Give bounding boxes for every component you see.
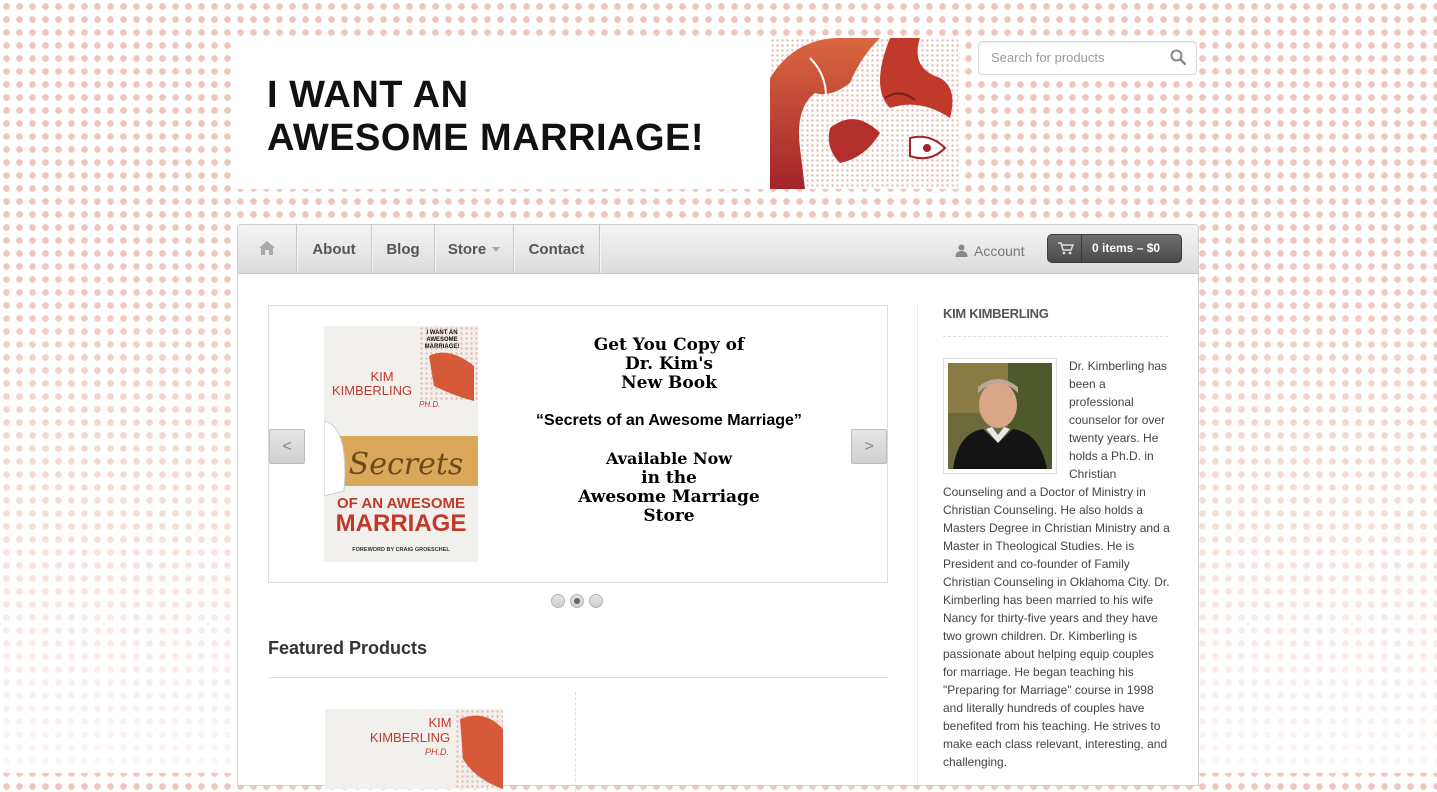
home-icon [259, 241, 275, 255]
author-portrait [943, 358, 1057, 474]
cart-divider [1081, 235, 1082, 262]
nav-blog-label: Blog [386, 241, 420, 258]
promo-line2: Dr. Kim's [625, 354, 713, 374]
promo-line5: Available Now [605, 449, 733, 468]
cart-icon [1058, 242, 1074, 255]
sidebar-rule [943, 336, 1168, 337]
product-author-first: KIM [428, 715, 451, 730]
product-search[interactable] [978, 41, 1197, 75]
sidebar-divider [917, 305, 918, 785]
nav-contact[interactable]: Contact [514, 225, 600, 273]
nav-contact-label: Contact [528, 241, 585, 258]
featured-products-heading: Featured Products [268, 638, 428, 658]
book-author-last: KIMBERLING [332, 383, 412, 398]
promo-line8: Store [643, 505, 695, 526]
product-column-divider [575, 692, 576, 792]
book-author-first: KIM [370, 369, 393, 384]
nav-blog[interactable]: Blog [372, 225, 435, 273]
nav-home[interactable] [238, 225, 297, 273]
slider-next-icon: > [864, 438, 874, 455]
slider-dot-3[interactable] [589, 594, 603, 608]
search-input[interactable] [989, 49, 1163, 66]
nav-about-label: About [312, 241, 356, 258]
promo-line6: in the [641, 467, 697, 488]
pop-art-couple-image [770, 38, 958, 189]
product-degree: PH.D. [425, 747, 449, 757]
site-title-line1: I WANT AN [267, 74, 469, 116]
featured-product-image[interactable]: KIM KIMBERLING PH.D. [325, 709, 503, 789]
book-degree: PH.D. [419, 400, 440, 409]
book-cover-image: I WANT AN AWESOME MARRIAGE! KIM KIMBERLI… [324, 326, 478, 562]
search-icon[interactable] [1170, 49, 1186, 65]
site-title-line2: AWESOME MARRIAGE! [267, 117, 705, 159]
book-subtitle-2: MARRIAGE [336, 510, 467, 537]
cart-button[interactable]: 0 items – $0 [1047, 234, 1182, 263]
site-banner[interactable]: I WANT AN AWESOME MARRIAGE! [237, 38, 958, 189]
main-navbar: About Blog Store Contact Account 0 items… [238, 225, 1198, 274]
promo-line4: “Secrets of an Awesome Marriage” [536, 412, 802, 429]
product-author-last: KIMBERLING [370, 730, 450, 745]
user-icon [955, 244, 968, 257]
slider-pagination [551, 594, 608, 613]
hero-slider[interactable]: I WANT AN AWESOME MARRIAGE! KIM KIMBERLI… [268, 305, 888, 583]
promo-line7: Awesome Marriage [578, 486, 760, 507]
account-link[interactable]: Account [955, 225, 1025, 273]
cart-summary: 0 items – $0 [1092, 241, 1161, 255]
featured-divider [268, 677, 888, 678]
book-cover-title-line3: MARRIAGE! [425, 344, 460, 350]
promo-text: Get You Copy of Dr. Kim's New Book “Secr… [499, 336, 839, 526]
book-foreword: FOREWORD BY CRAIG GROESCHEL [352, 547, 450, 553]
slider-prev-icon: < [282, 438, 292, 455]
site-title: I WANT AN AWESOME MARRIAGE! [267, 74, 704, 160]
nav-store[interactable]: Store [435, 225, 514, 273]
nav-about[interactable]: About [297, 225, 372, 273]
sidebar-title: KIM KIMBERLING [943, 306, 1049, 321]
book-script-title: Secrets [349, 447, 464, 482]
author-bio: Dr. Kimberling has been a professional c… [943, 357, 1171, 771]
slider-prev-button[interactable]: < [269, 429, 305, 464]
book-cover-title-line1: I WANT AN [426, 330, 457, 336]
main-container: About Blog Store Contact Account 0 items… [237, 224, 1199, 792]
nav-store-label: Store [447, 241, 487, 258]
book-cover-title-line2: AWESOME [426, 337, 457, 343]
account-label: Account [974, 243, 1025, 259]
slider-next-button[interactable]: > [851, 429, 887, 464]
promo-line1: Get You Copy of [593, 335, 745, 355]
slider-dot-2[interactable] [570, 594, 584, 608]
dropdown-caret-icon [492, 247, 501, 252]
promo-line3: New Book [621, 373, 717, 393]
slider-dot-1[interactable] [551, 594, 565, 608]
